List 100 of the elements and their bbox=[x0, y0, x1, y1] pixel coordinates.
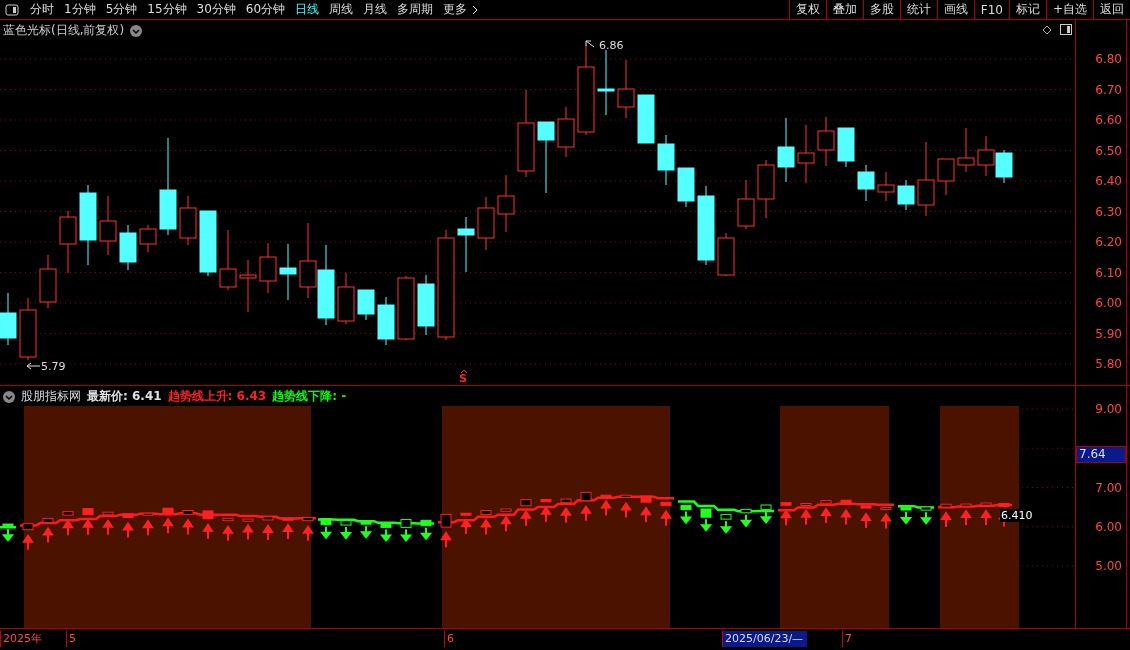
candlestick bbox=[279, 243, 297, 301]
period-tab[interactable]: 更多 bbox=[438, 1, 473, 18]
down-arrow-icon bbox=[681, 510, 691, 525]
down-arrow-icon bbox=[901, 511, 911, 525]
up-arrow-icon bbox=[521, 509, 531, 527]
axis-label: 5.80 bbox=[1095, 357, 1122, 371]
chevron-right-icon[interactable] bbox=[472, 4, 479, 15]
mini-candlestick bbox=[400, 519, 412, 528]
mini-candlestick bbox=[340, 520, 352, 526]
candlestick bbox=[717, 232, 735, 277]
up-arrow-icon bbox=[183, 518, 193, 536]
arrow-up-icon bbox=[460, 369, 468, 374]
up-arrow-icon bbox=[143, 519, 153, 537]
down-arrow-icon bbox=[401, 528, 411, 542]
high-price-label: 6.86 bbox=[599, 39, 624, 52]
candlestick bbox=[657, 134, 675, 186]
candlestick bbox=[737, 179, 755, 230]
up-arrow-icon bbox=[243, 523, 253, 541]
up-arrow-icon bbox=[881, 512, 891, 530]
date-label: 6 bbox=[444, 631, 458, 647]
period-tab[interactable]: 5分钟 bbox=[100, 1, 143, 18]
down-arrow-icon bbox=[701, 518, 711, 532]
candlestick bbox=[677, 167, 695, 208]
candlestick bbox=[139, 224, 157, 253]
mini-candlestick bbox=[960, 503, 972, 507]
axis-label: 6.40 bbox=[1095, 174, 1122, 188]
period-tab[interactable]: 月线 bbox=[358, 1, 393, 18]
mini-candlestick bbox=[182, 510, 194, 515]
axis-label: 6.10 bbox=[1095, 265, 1122, 280]
mini-candlestick bbox=[480, 510, 492, 515]
down-arrow-icon bbox=[761, 510, 771, 524]
dropdown-icon[interactable] bbox=[3, 390, 15, 403]
up-arrow-icon bbox=[861, 512, 871, 530]
panel-toggle-icon[interactable] bbox=[1060, 24, 1072, 35]
down-arrow-icon bbox=[921, 511, 931, 525]
mini-candlestick bbox=[22, 523, 34, 531]
down-arrow-icon bbox=[421, 526, 431, 541]
mini-candlestick bbox=[320, 518, 332, 526]
indicator-readout: 最新价: 6.41 bbox=[87, 388, 162, 405]
axis-label: 7.00 bbox=[1095, 480, 1122, 495]
up-arrow-icon bbox=[223, 524, 233, 542]
candlestick bbox=[777, 117, 795, 183]
candlestick bbox=[259, 242, 277, 294]
down-arrow-icon bbox=[741, 513, 751, 528]
candlestick bbox=[39, 254, 57, 309]
period-tab[interactable]: 1分钟 bbox=[59, 1, 101, 18]
candlestick bbox=[797, 124, 815, 184]
candlestick bbox=[357, 289, 375, 321]
mini-candlestick bbox=[540, 498, 552, 503]
mini-candlestick bbox=[62, 511, 74, 516]
candlestick bbox=[59, 210, 77, 274]
candlestick bbox=[817, 116, 835, 167]
up-arrow-icon bbox=[501, 515, 511, 533]
chart-title: 蓝色光标(日线,前复权) bbox=[3, 22, 125, 39]
axis-label: 6.00 bbox=[1095, 296, 1122, 310]
axis-label: 6.70 bbox=[1095, 82, 1122, 97]
axis-label: 6.20 bbox=[1095, 235, 1122, 249]
period-tab[interactable]: 60分钟 bbox=[240, 1, 291, 18]
mini-candlestick bbox=[122, 513, 134, 518]
mini-candlestick bbox=[42, 517, 54, 524]
mini-candlestick bbox=[460, 512, 472, 516]
mini-candlestick bbox=[800, 502, 812, 506]
low-price-label: 5.79 bbox=[41, 360, 66, 373]
period-tab[interactable]: 周线 bbox=[324, 1, 359, 18]
up-arrow-icon bbox=[163, 517, 173, 535]
axis-label: 9.00 bbox=[1095, 402, 1122, 416]
up-arrow-icon bbox=[481, 518, 491, 536]
period-tab[interactable]: 30分钟 bbox=[191, 1, 241, 18]
mini-candlestick bbox=[302, 516, 314, 522]
mini-candlestick bbox=[520, 499, 532, 507]
axis-label: 6.50 bbox=[1095, 143, 1122, 158]
diamond-icon[interactable] bbox=[1042, 25, 1052, 35]
panel-toggle-icon[interactable] bbox=[5, 3, 19, 16]
candlestick bbox=[397, 275, 415, 341]
up-arrow-icon bbox=[941, 511, 951, 529]
candlestick bbox=[377, 296, 395, 346]
cursor-date-label: 2025/06/23/— bbox=[722, 631, 808, 647]
period-tab[interactable]: 15分钟 bbox=[142, 1, 192, 18]
mini-candlestick bbox=[760, 504, 772, 510]
period-tab[interactable]: 分时 bbox=[25, 1, 59, 18]
up-arrow-icon bbox=[541, 505, 551, 523]
candlestick bbox=[957, 127, 975, 173]
dropdown-icon[interactable] bbox=[130, 24, 143, 37]
candlestick bbox=[757, 159, 775, 219]
candlestick bbox=[497, 174, 515, 233]
trend-line bbox=[898, 504, 934, 509]
up-arrow-icon bbox=[461, 518, 471, 535]
candlestick bbox=[897, 179, 915, 211]
mini-candlestick bbox=[282, 517, 294, 521]
mini-candlestick bbox=[262, 516, 274, 521]
up-arrow-icon bbox=[781, 509, 791, 527]
up-arrow-icon bbox=[263, 524, 273, 541]
candlestick bbox=[219, 229, 237, 291]
up-arrow-icon bbox=[203, 522, 213, 540]
mini-candlestick bbox=[780, 502, 792, 506]
period-tab[interactable]: 日线 bbox=[290, 1, 325, 18]
period-tab[interactable]: 多周期 bbox=[392, 1, 439, 18]
up-arrow-icon bbox=[83, 518, 93, 536]
up-arrow-icon bbox=[123, 521, 133, 539]
candlestick bbox=[617, 59, 635, 119]
